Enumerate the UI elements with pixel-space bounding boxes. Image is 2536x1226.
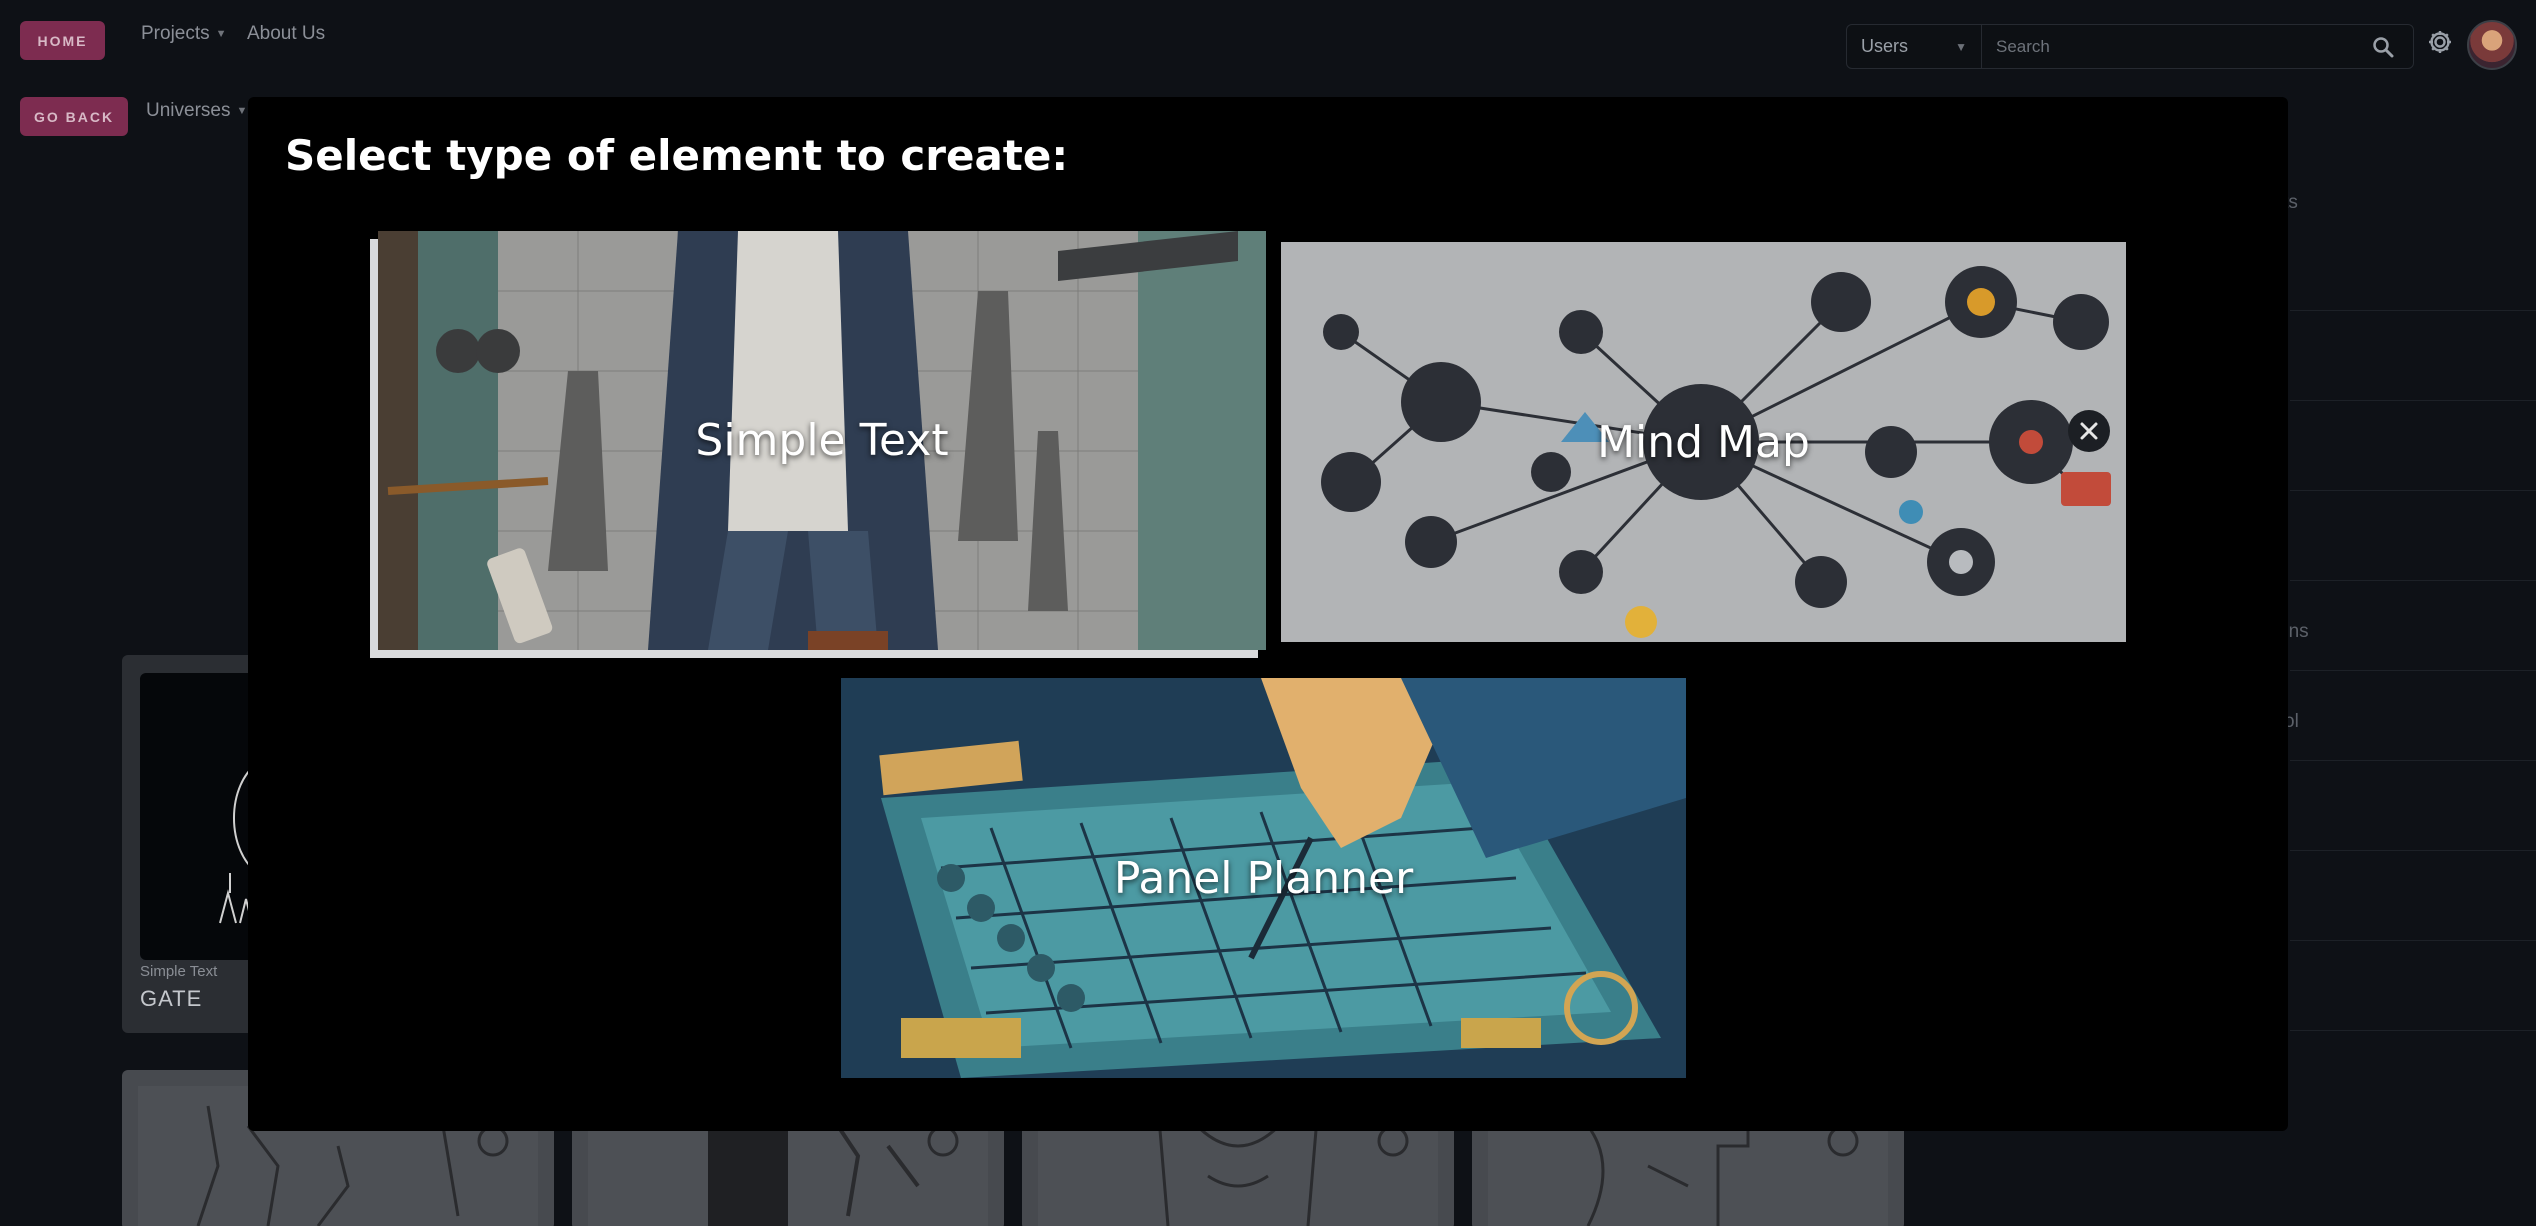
universes-label: Universes (146, 100, 231, 121)
gear-icon[interactable] (2426, 28, 2454, 56)
user-avatar[interactable] (2467, 20, 2517, 70)
chevron-down-icon: ▼ (1955, 39, 1967, 54)
mind-map-label: Mind Map (1597, 416, 1810, 468)
search-bar: Users ▼ (1846, 24, 2414, 69)
projects-menu[interactable]: Projects ▼ (141, 23, 227, 45)
chevron-down-icon: ▼ (215, 28, 227, 40)
divider (2290, 1030, 2536, 1031)
divider (2290, 580, 2536, 581)
about-us-link[interactable]: About Us (247, 23, 325, 45)
search-icon[interactable] (2353, 25, 2413, 68)
chevron-down-icon: ▼ (236, 105, 248, 117)
projects-label: Projects (141, 23, 210, 44)
search-input[interactable] (1982, 25, 2353, 68)
go-back-button[interactable]: GO BACK (20, 97, 128, 136)
universes-menu[interactable]: Universes ▼ (146, 100, 247, 122)
top-navigation: HOME Projects ▼ About Us Users ▼ (0, 0, 2536, 90)
divider (2290, 400, 2536, 401)
divider (2290, 490, 2536, 491)
home-button[interactable]: HOME (20, 21, 105, 60)
divider (2290, 850, 2536, 851)
divider (2290, 310, 2536, 311)
about-us-label: About Us (247, 23, 326, 44)
simple-text-option[interactable]: Simple Text (378, 231, 1266, 650)
divider (2290, 940, 2536, 941)
close-icon[interactable] (2068, 410, 2110, 452)
panel-planner-option[interactable]: Panel Planner (841, 678, 1686, 1078)
search-scope-value: Users (1861, 36, 1909, 56)
simple-text-label: Simple Text (695, 415, 949, 466)
mind-map-option[interactable]: Mind Map (1281, 242, 2126, 642)
divider (2290, 760, 2536, 761)
card-type-label: Simple Text (140, 963, 218, 980)
modal-title: Select type of element to create: (285, 131, 1069, 180)
search-scope-select[interactable]: Users ▼ (1847, 25, 1982, 68)
create-element-modal: Select type of element to create: Simple… (248, 97, 2288, 1131)
divider (2290, 670, 2536, 671)
panel-planner-label: Panel Planner (1113, 852, 1414, 904)
card-title: GATE (140, 986, 203, 1011)
